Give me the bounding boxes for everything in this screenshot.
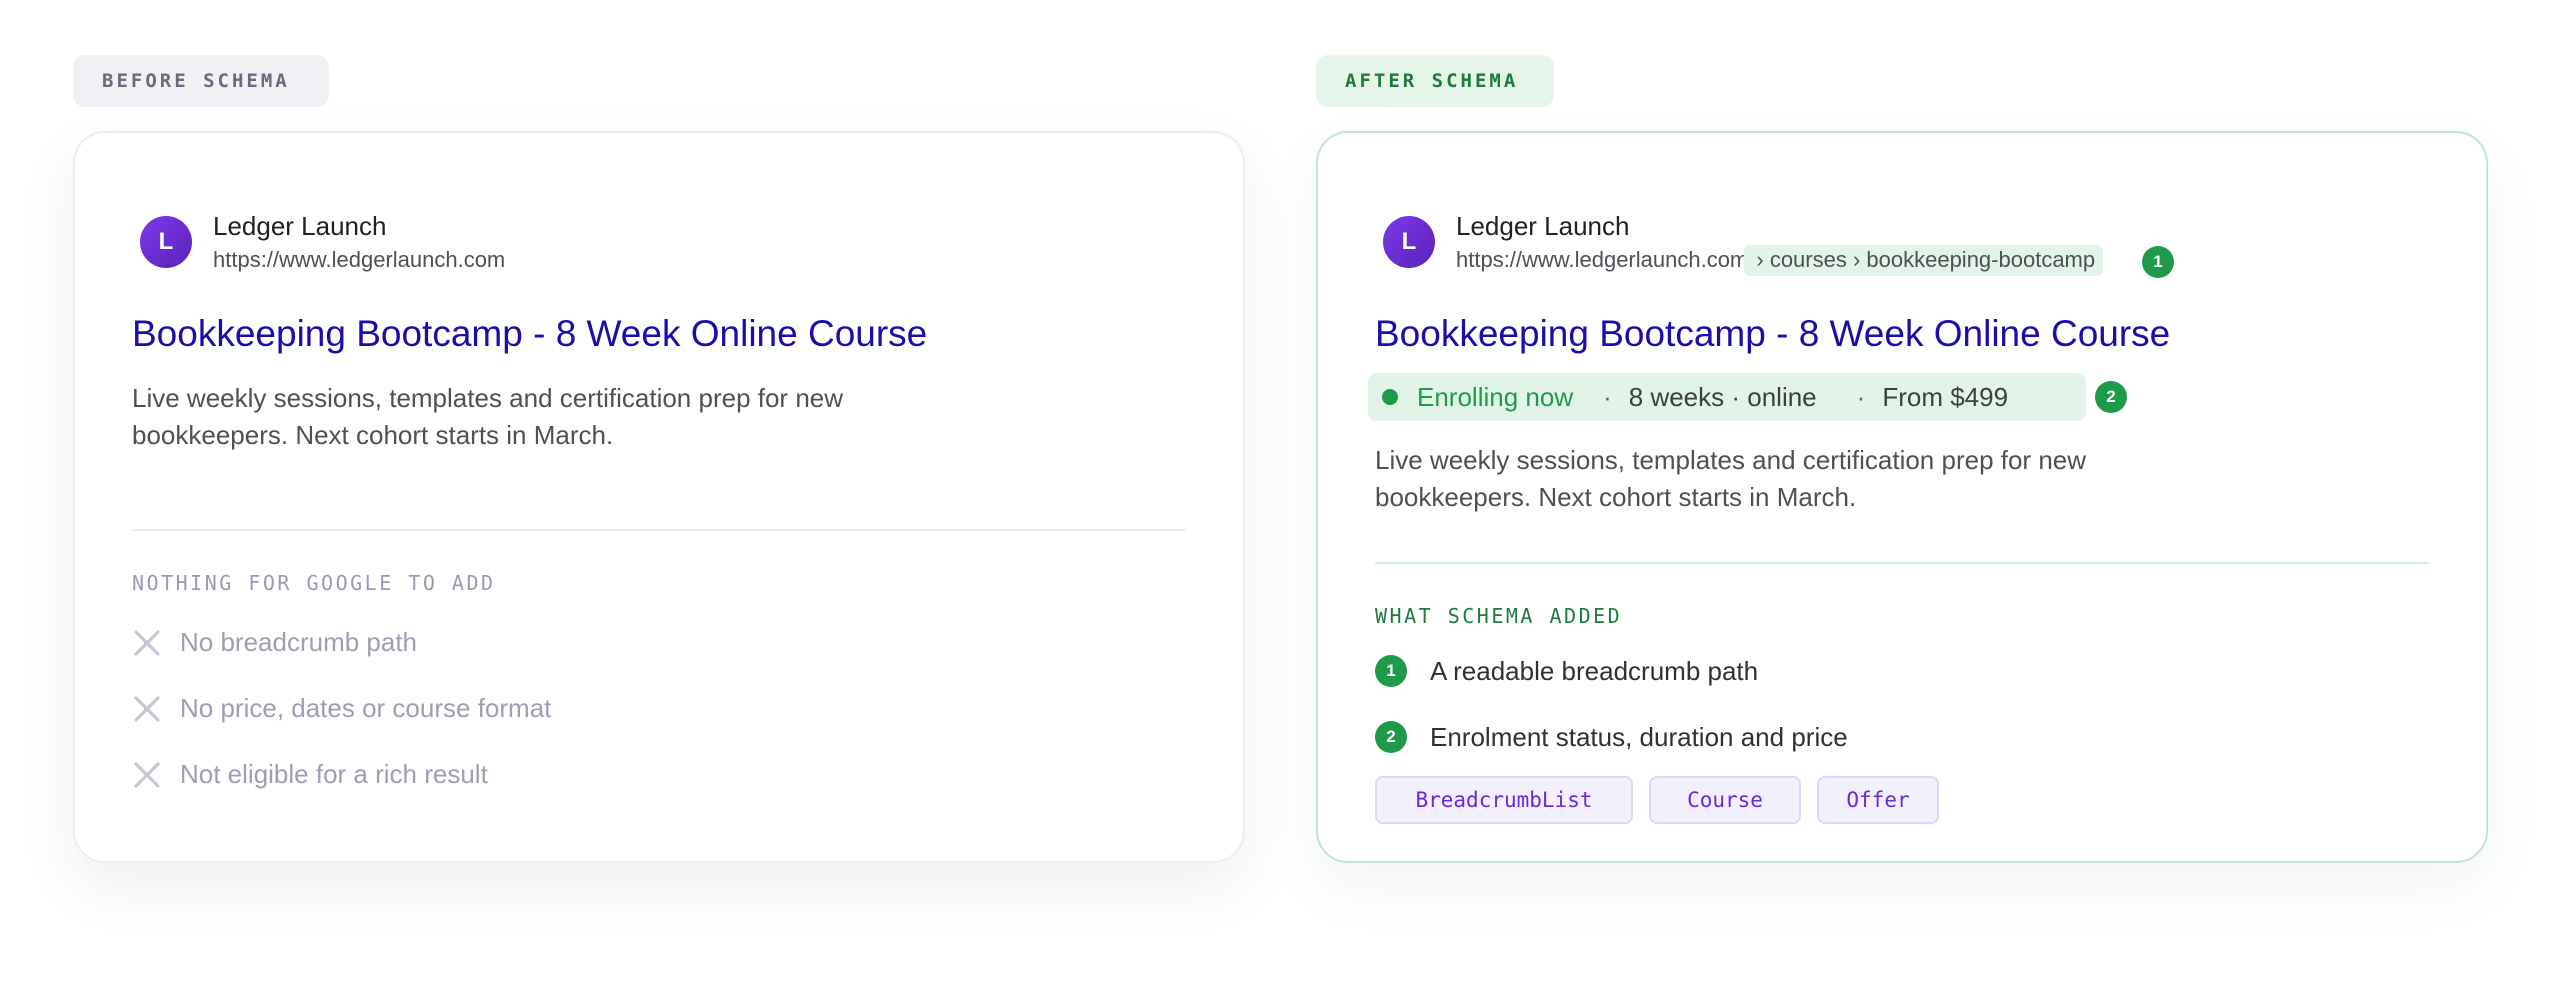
missing-item-text: No price, dates or course format	[180, 693, 552, 723]
added-item-text: Enrolment status, duration and price	[1430, 722, 1848, 752]
after-search-result-card: L Ledger Launch https://www.ledgerlaunch…	[1316, 131, 2488, 863]
divider	[1375, 562, 2429, 564]
cross-icon	[134, 630, 160, 656]
before-schema-label: BEFORE SCHEMA	[73, 55, 329, 107]
separator: ·	[1603, 381, 1612, 412]
result-snippet: Live weekly sessions, templates and cert…	[1375, 445, 2087, 512]
after-schema-label: AFTER SCHEMA	[1316, 55, 1554, 107]
result-title-link[interactable]: Bookkeeping Bootcamp - 8 Week Online Cou…	[132, 313, 927, 355]
result-snippet: Live weekly sessions, templates and cert…	[132, 383, 844, 450]
course-format: 8 weeks · online	[1628, 381, 1817, 412]
site-avatar: L	[140, 216, 192, 268]
site-url-with-breadcrumb[interactable]: https://www.ledgerlaunch.com › courses ›…	[1456, 245, 2104, 276]
site-avatar: L	[1383, 216, 1435, 268]
breadcrumb-path: › courses › bookkeeping-bootcamp	[1744, 245, 2104, 276]
site-name: Ledger Launch	[213, 211, 387, 241]
schema-tag-offer: Offer	[1817, 776, 1939, 824]
added-item-text: A readable breadcrumb path	[1430, 656, 1759, 686]
course-price: From $499	[1882, 381, 2009, 412]
missing-item-text: No breadcrumb path	[180, 627, 418, 657]
status-dot-icon	[1382, 389, 1398, 405]
cross-icon	[134, 696, 160, 722]
divider	[132, 529, 1186, 531]
missing-item-text: Not eligible for a rich result	[180, 759, 488, 789]
number-badge: 1	[1375, 655, 1407, 687]
schema-tag-course: Course	[1649, 776, 1801, 824]
schema-tag-breadcrumblist: BreadcrumbList	[1375, 776, 1633, 824]
rich-result-row: Enrolling now · 8 weeks · online · From …	[1368, 373, 2086, 421]
result-title-link[interactable]: Bookkeeping Bootcamp - 8 Week Online Cou…	[1375, 313, 2170, 355]
separator: ·	[1856, 381, 1866, 412]
cross-icon	[134, 762, 160, 788]
section-heading-what-schema-added: WHAT SCHEMA ADDED	[1375, 604, 1623, 628]
callout-badge-1: 1	[2142, 246, 2174, 278]
site-name: Ledger Launch	[1456, 211, 1630, 241]
number-badge: 2	[1375, 721, 1407, 753]
before-search-result-card: L Ledger Launch https://www.ledgerlaunch…	[73, 131, 1245, 863]
enrolment-status: Enrolling now	[1417, 381, 1574, 412]
site-url: https://www.ledgerlaunch.com	[1456, 247, 1749, 272]
site-url[interactable]: https://www.ledgerlaunch.com	[213, 247, 505, 273]
section-heading-nothing-to-add: NOTHING FOR GOOGLE TO ADD	[132, 571, 496, 595]
callout-badge-2: 2	[2095, 381, 2127, 413]
